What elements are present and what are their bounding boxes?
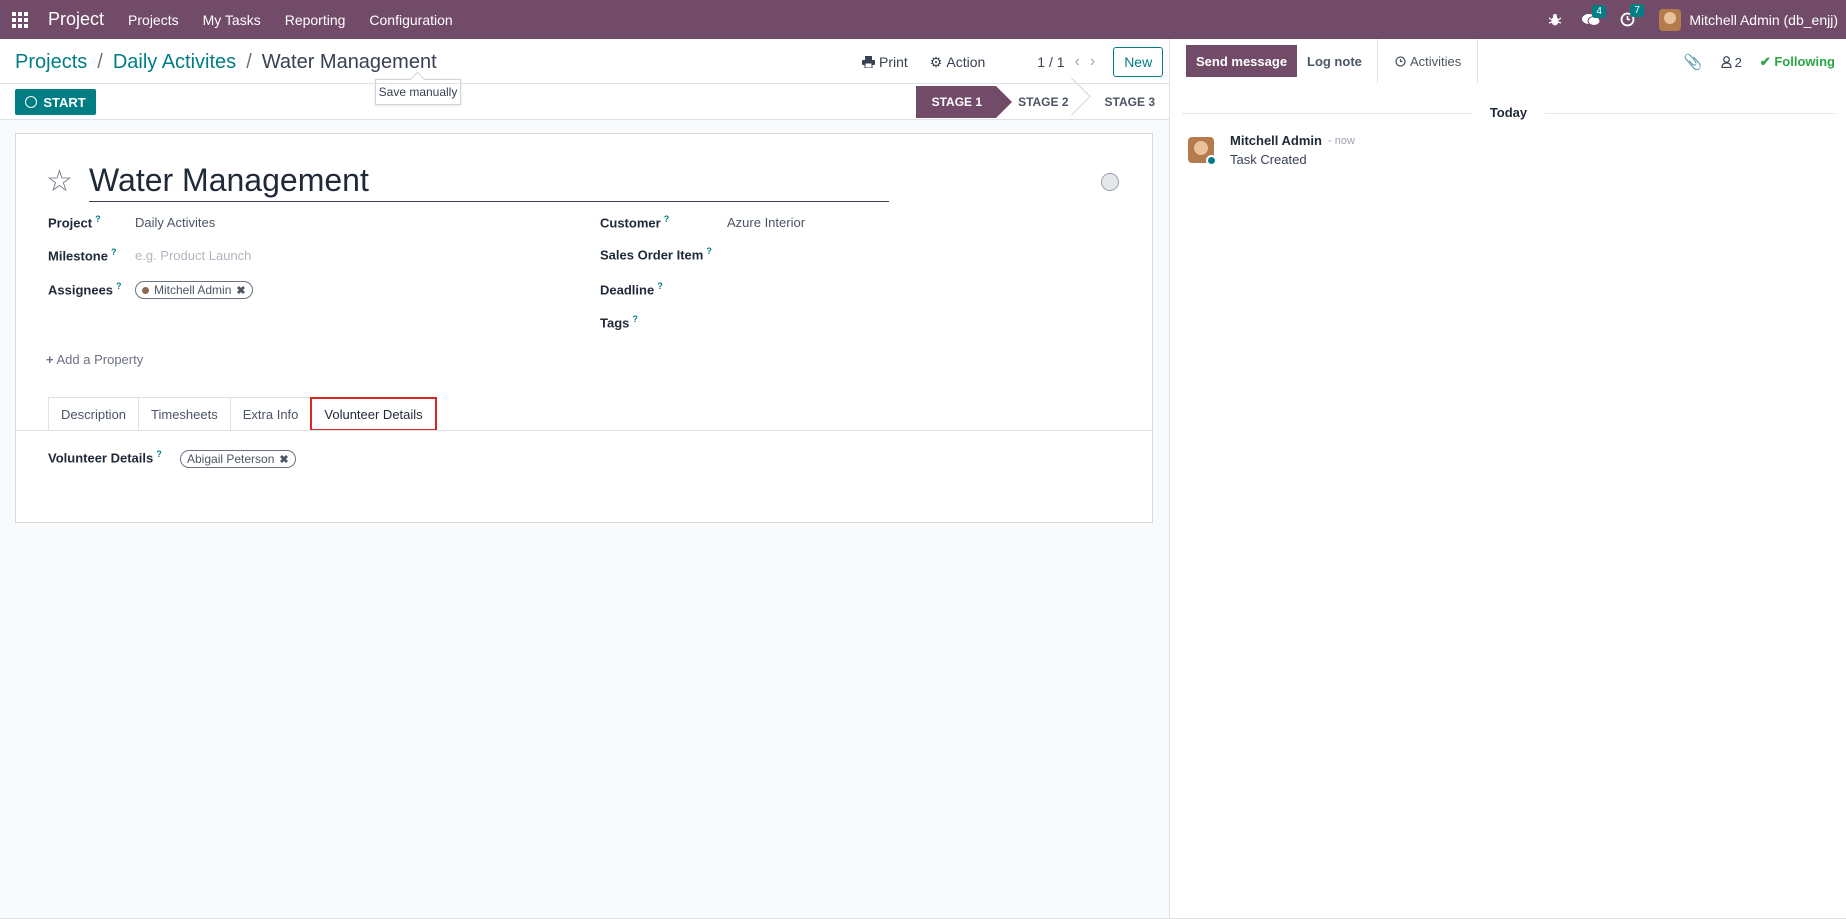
followers-count: 2: [1734, 54, 1742, 70]
chevron-left-icon[interactable]: ‹: [1075, 53, 1080, 71]
remove-tag-icon[interactable]: ✖: [236, 284, 245, 297]
user-avatar: [1659, 8, 1682, 31]
gear-icon: ⚙: [929, 53, 943, 70]
message-author[interactable]: Mitchell Admin: [1230, 133, 1322, 148]
control-divider: [0, 83, 1169, 84]
control-panel: Projects / Daily Activites / Water Manag…: [0, 39, 1169, 120]
printer-icon: [862, 56, 875, 68]
assignee-avatar: [142, 286, 149, 294]
menu-configuration[interactable]: Configuration: [369, 12, 452, 28]
action-label: Action: [946, 54, 986, 70]
online-status-icon: [1206, 155, 1217, 166]
kanban-state-icon[interactable]: [1101, 173, 1119, 191]
start-label: START: [43, 94, 86, 110]
tab-timesheets[interactable]: Timesheets: [138, 397, 231, 431]
add-property-label: Add a Property: [56, 352, 144, 367]
breadcrumb-projects[interactable]: Projects: [15, 51, 87, 74]
remove-tag-icon[interactable]: ✖: [279, 453, 288, 466]
main-menu: Projects My Tasks Reporting Configuratio…: [128, 12, 477, 28]
customer-field[interactable]: Azure Interior: [727, 215, 805, 230]
tab-volunteer-details[interactable]: Volunteer Details: [310, 397, 437, 431]
customer-label: Customer?: [600, 214, 670, 231]
debug-bug-icon[interactable]: [1548, 13, 1562, 27]
print-button[interactable]: Print: [862, 54, 908, 70]
app-name[interactable]: Project: [48, 9, 104, 30]
chatter-panel: Send message Log note Activities 📎 2 ✔ F…: [1169, 39, 1846, 919]
breadcrumb-current: Water Management: [261, 51, 437, 73]
task-title-input[interactable]: Water Management: [89, 162, 889, 202]
tab-divider: [16, 430, 1152, 431]
pager: 1 / 1 ‹ ›: [1037, 53, 1095, 71]
assignees-label: Assignees?: [48, 281, 122, 298]
top-navbar: Project Projects My Tasks Reporting Conf…: [0, 0, 1846, 39]
breadcrumb-separator: /: [246, 51, 252, 73]
menu-reporting[interactable]: Reporting: [285, 12, 346, 28]
message-body: Task Created: [1230, 152, 1307, 167]
assignee-tag[interactable]: Mitchell Admin ✖: [135, 281, 253, 299]
user-menu[interactable]: Mitchell Admin (db_enjj): [1659, 8, 1838, 31]
volunteer-details-label: Volunteer Details?: [48, 449, 162, 466]
breadcrumb-daily-activites[interactable]: Daily Activites: [113, 51, 236, 74]
user-icon: [1720, 56, 1732, 68]
action-button[interactable]: ⚙ Action: [930, 54, 985, 71]
menu-projects[interactable]: Projects: [128, 12, 179, 28]
project-label: Project?: [48, 214, 101, 231]
activities-clock-icon[interactable]: 7: [1620, 4, 1644, 27]
user-name: Mitchell Admin (db_enjj): [1689, 11, 1838, 28]
print-label: Print: [879, 54, 908, 70]
send-message-button[interactable]: Send message: [1186, 45, 1298, 77]
deadline-label: Deadline?: [600, 281, 663, 298]
volunteer-tag[interactable]: Abigail Peterson ✖: [180, 450, 296, 468]
chatter-right-tools: 📎 2 ✔ Following: [1684, 53, 1835, 71]
tab-extra-info[interactable]: Extra Info: [229, 397, 312, 431]
volunteer-name: Abigail Peterson: [187, 452, 275, 466]
tab-description[interactable]: Description: [48, 397, 140, 431]
sales-order-item-label: Sales Order Item?: [600, 246, 712, 263]
following-button[interactable]: ✔ Following: [1760, 54, 1835, 70]
notebook-tabs: Description Timesheets Extra Info Volunt…: [48, 397, 437, 431]
tags-label: Tags?: [600, 314, 638, 331]
add-property-button[interactable]: + Add a Property: [46, 352, 143, 367]
form-sheet: ☆ Water Management Project? Daily Activi…: [15, 133, 1153, 523]
star-icon[interactable]: ☆: [46, 164, 73, 199]
date-separator: Today: [1170, 105, 1846, 120]
app-grid-icon[interactable]: [12, 11, 28, 28]
activities-label: Activities: [1410, 53, 1462, 69]
breadcrumb-separator: /: [97, 51, 103, 73]
new-button[interactable]: New: [1113, 47, 1164, 77]
stage-statusbar: STAGE 1 STAGE 2 STAGE 3: [915, 86, 1169, 118]
assignee-name: Mitchell Admin: [154, 283, 232, 297]
activities-button[interactable]: Activities: [1379, 39, 1479, 83]
milestone-field[interactable]: e.g. Product Launch: [135, 248, 251, 263]
chevron-right-icon[interactable]: ›: [1090, 53, 1095, 71]
paperclip-icon[interactable]: 📎: [1684, 53, 1703, 71]
stage-3[interactable]: STAGE 3: [1083, 86, 1169, 118]
project-field[interactable]: Daily Activites: [135, 215, 215, 230]
check-icon: ✔: [1759, 54, 1771, 69]
start-button[interactable]: START: [15, 89, 96, 115]
activities-count-badge: 7: [1630, 4, 1644, 17]
log-note-button[interactable]: Log note: [1292, 39, 1378, 83]
control-actions: Print ⚙ Action 1 / 1 ‹ › New: [862, 47, 1164, 77]
milestone-label: Milestone?: [48, 247, 117, 264]
menu-my-tasks[interactable]: My Tasks: [203, 12, 261, 28]
chatter-topbar: Send message Log note Activities 📎 2 ✔ F…: [1170, 39, 1846, 83]
stage-1[interactable]: STAGE 1: [915, 86, 1013, 118]
breadcrumb: Projects / Daily Activites / Water Manag…: [15, 51, 437, 74]
systray: 4 7 Mitchell Admin (db_enjj): [1528, 0, 1838, 39]
message-time: - now: [1328, 135, 1355, 147]
clock-icon: [1395, 55, 1406, 67]
messages-count-badge: 4: [1592, 4, 1606, 18]
messages-chat-icon[interactable]: 4: [1582, 4, 1606, 27]
plus-icon: +: [46, 352, 54, 367]
followers-button[interactable]: 2: [1720, 54, 1742, 70]
play-circle-icon: [25, 96, 38, 108]
following-label: Following: [1774, 54, 1835, 69]
pager-value[interactable]: 1 / 1: [1037, 54, 1064, 70]
